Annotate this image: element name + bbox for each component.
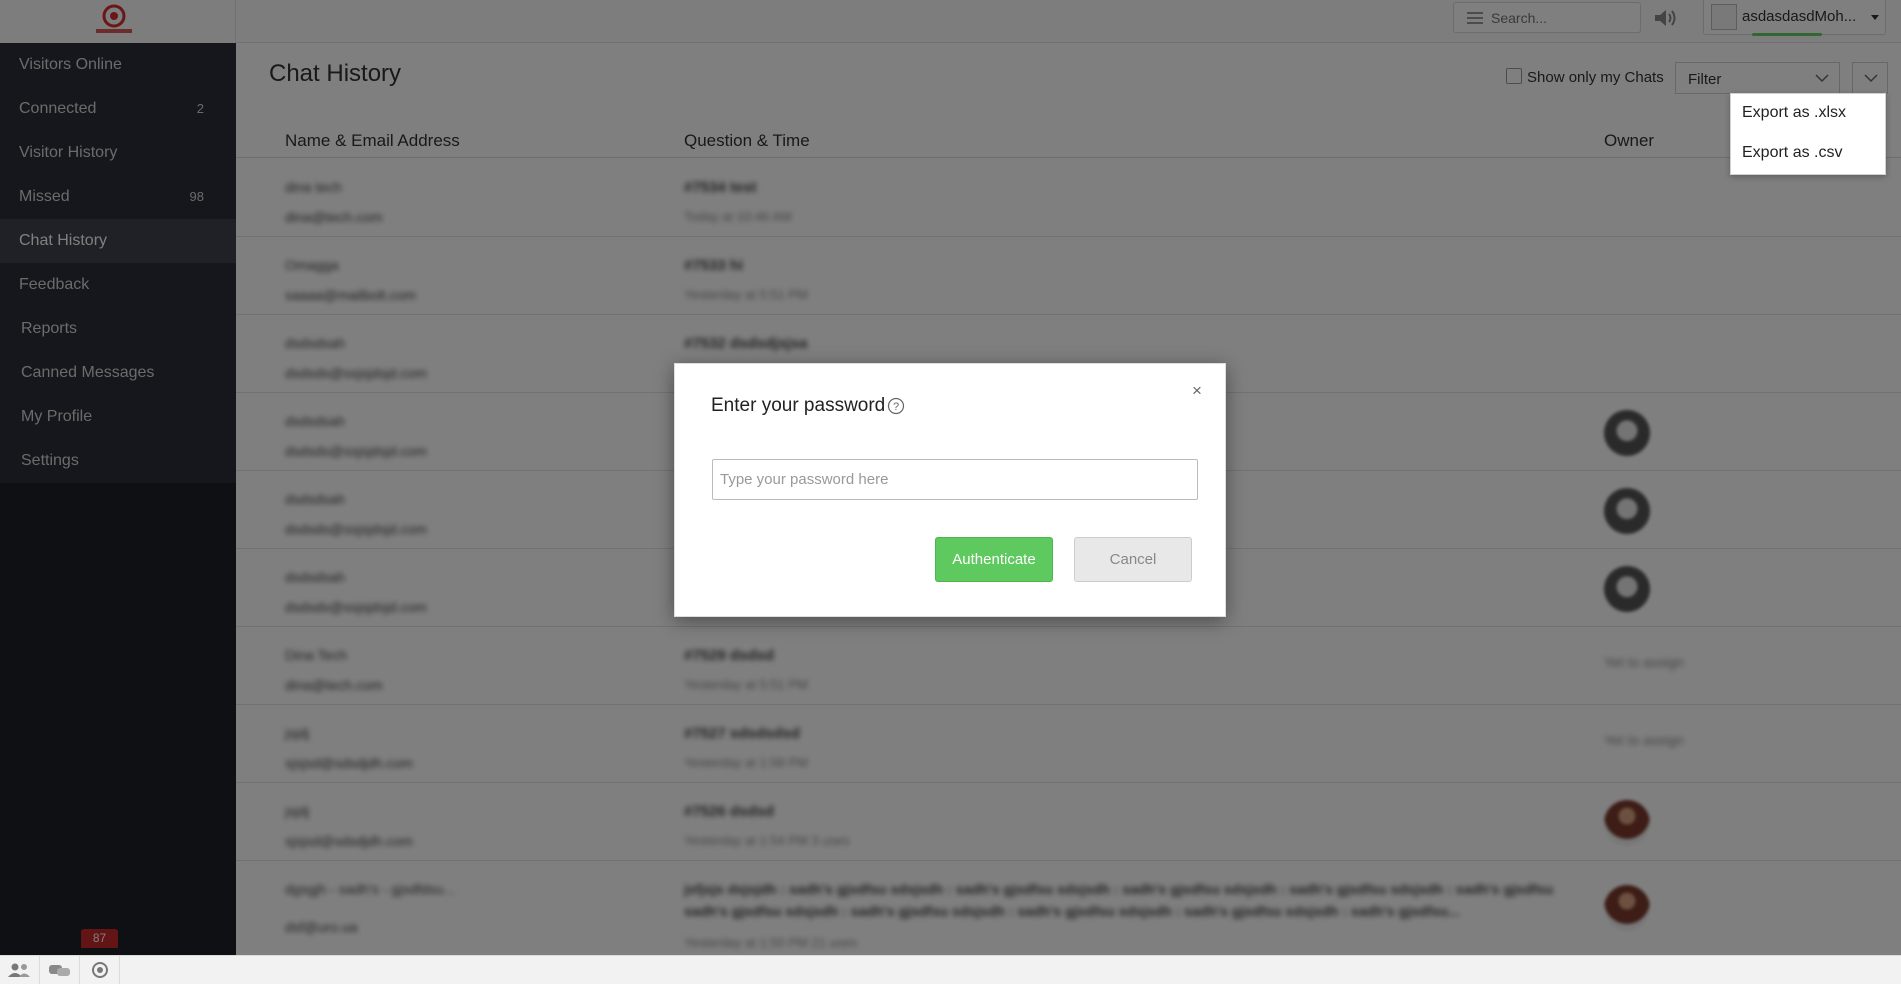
authenticate-button[interactable]: Authenticate	[935, 537, 1053, 582]
password-input[interactable]	[712, 459, 1198, 500]
users-icon[interactable]	[0, 956, 40, 984]
password-dialog: Enter your password ? × Authenticate Can…	[674, 363, 1226, 617]
export-csv-option[interactable]: Export as .csv	[1742, 144, 1842, 162]
export-xlsx-option[interactable]: Export as .xlsx	[1742, 104, 1846, 122]
dialog-title: Enter your password	[711, 395, 886, 416]
svg-text:?: ?	[893, 401, 899, 413]
export-menu: Export as .xlsx Export as .csv	[1730, 93, 1886, 175]
close-icon[interactable]: ×	[1192, 381, 1202, 401]
support-icon[interactable]	[80, 956, 120, 984]
chats-icon[interactable]	[40, 956, 80, 984]
bottom-bar	[0, 955, 1901, 984]
cancel-button[interactable]: Cancel	[1074, 537, 1192, 582]
help-icon[interactable]: ?	[887, 397, 905, 415]
